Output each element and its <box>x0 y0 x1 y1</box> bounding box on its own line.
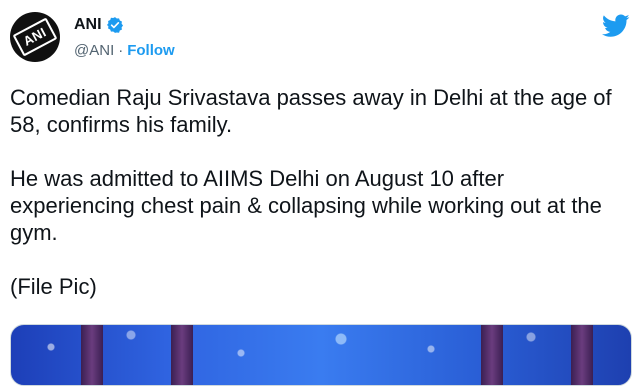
author-name-row: ANI <box>74 16 124 34</box>
tweet-body: Comedian Raju Srivastava passes away in … <box>10 84 625 327</box>
twitter-bird-icon[interactable] <box>601 14 630 43</box>
author-name[interactable]: ANI <box>74 16 102 34</box>
author-avatar[interactable]: ANI <box>10 12 60 62</box>
follow-button[interactable]: Follow <box>127 42 175 59</box>
tweet-paragraph: Comedian Raju Srivastava passes away in … <box>10 85 612 137</box>
stage-pillar <box>481 325 503 385</box>
stage-pillar <box>571 325 593 385</box>
author-handle-row: @ANI · Follow <box>74 42 175 59</box>
stage-pillar <box>171 325 193 385</box>
stage-pillar <box>81 325 103 385</box>
tweet-media-image[interactable] <box>10 324 632 386</box>
verified-badge-icon <box>106 16 124 34</box>
tweet-paragraph: (File Pic) <box>10 274 97 299</box>
ani-logo: ANI <box>12 17 58 57</box>
separator-dot: · <box>118 42 124 59</box>
tweet-paragraph: He was admitted to AIIMS Delhi on August… <box>10 166 602 245</box>
author-handle[interactable]: @ANI <box>74 42 114 59</box>
tweet-header: ANI ANI @ANI · Follow <box>10 10 630 66</box>
